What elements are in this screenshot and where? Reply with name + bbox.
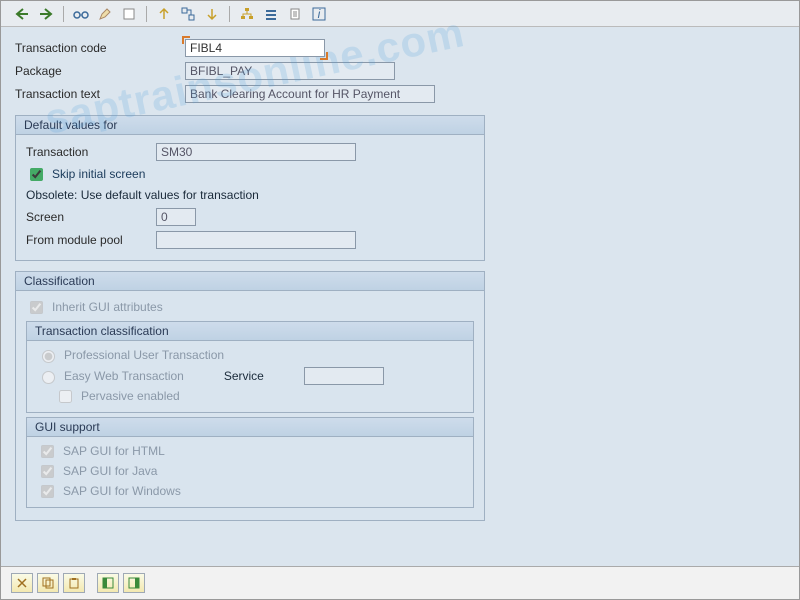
label-from-module-pool: From module pool [26, 233, 156, 247]
tree-across-icon[interactable] [179, 5, 197, 23]
new-icon[interactable] [120, 5, 138, 23]
layout-button-1[interactable] [97, 573, 119, 593]
screen-field [156, 208, 196, 226]
back-icon[interactable] [13, 5, 31, 23]
pervasive-enabled-checkbox[interactable]: Pervasive enabled [55, 386, 180, 406]
easy-web-label: Easy Web Transaction [64, 369, 184, 383]
classification-group: Classification Inherit GUI attributes Tr… [15, 271, 485, 521]
inherit-gui-checkbox[interactable]: Inherit GUI attributes [26, 297, 163, 317]
obsolete-note: Obsolete: Use default values for transac… [26, 184, 474, 206]
gui-html-checkbox[interactable]: SAP GUI for HTML [37, 441, 165, 461]
tree-up-icon[interactable] [155, 5, 173, 23]
default-transaction-field [156, 143, 356, 161]
service-field [304, 367, 384, 385]
transaction-classification-group: Transaction classification Professional … [26, 321, 474, 413]
paste-button[interactable] [63, 573, 85, 593]
easy-web-radio[interactable]: Easy Web Transaction [37, 366, 184, 386]
toolbar-separator [146, 6, 147, 22]
toolbar-separator [63, 6, 64, 22]
field-focus-frame [185, 39, 325, 57]
transaction-text-field [185, 85, 435, 103]
tx-class-title: Transaction classification [27, 322, 473, 341]
info-icon[interactable]: i [310, 5, 328, 23]
gui-java-label: SAP GUI for Java [63, 464, 157, 478]
edit-icon[interactable] [96, 5, 114, 23]
default-values-title: Default values for [16, 116, 484, 135]
gui-windows-checkbox[interactable]: SAP GUI for Windows [37, 481, 181, 501]
application-toolbar: i [1, 1, 799, 27]
gui-java-checkbox[interactable]: SAP GUI for Java [37, 461, 157, 481]
package-field [185, 62, 395, 80]
pervasive-label: Pervasive enabled [81, 389, 180, 403]
hierarchy-icon[interactable] [238, 5, 256, 23]
label-package: Package [15, 64, 185, 78]
label-screen: Screen [26, 210, 156, 224]
forward-icon[interactable] [37, 5, 55, 23]
transaction-code-field[interactable] [185, 39, 325, 57]
label-transaction: Transaction [26, 145, 156, 159]
label-transaction-code: Transaction code [15, 41, 185, 55]
svg-text:i: i [318, 7, 321, 21]
document-icon[interactable] [286, 5, 304, 23]
gui-win-label: SAP GUI for Windows [63, 484, 181, 498]
main-content: saptrainsonline.com Transaction code Pac… [1, 27, 799, 567]
gui-html-label: SAP GUI for HTML [63, 444, 165, 458]
skip-initial-label: Skip initial screen [52, 167, 145, 181]
cut-button[interactable] [11, 573, 33, 593]
from-module-pool-field [156, 231, 356, 249]
inherit-gui-label: Inherit GUI attributes [52, 300, 163, 314]
gui-support-title: GUI support [27, 418, 473, 437]
glasses-icon[interactable] [72, 5, 90, 23]
copy-button[interactable] [37, 573, 59, 593]
professional-user-label: Professional User Transaction [64, 348, 224, 362]
default-values-group: Default values for Transaction Skip init… [15, 115, 485, 261]
tree-down-icon[interactable] [203, 5, 221, 23]
skip-initial-screen-checkbox[interactable]: Skip initial screen [26, 164, 145, 184]
layout-button-2[interactable] [123, 573, 145, 593]
classification-title: Classification [16, 272, 484, 291]
bottom-toolbar [11, 573, 145, 593]
stack-icon[interactable] [262, 5, 280, 23]
service-label: Service [224, 369, 264, 383]
toolbar-separator [229, 6, 230, 22]
professional-user-radio[interactable]: Professional User Transaction [37, 345, 224, 365]
gui-support-group: GUI support SAP GUI for HTML SAP GUI for… [26, 417, 474, 508]
label-transaction-text: Transaction text [15, 87, 185, 101]
